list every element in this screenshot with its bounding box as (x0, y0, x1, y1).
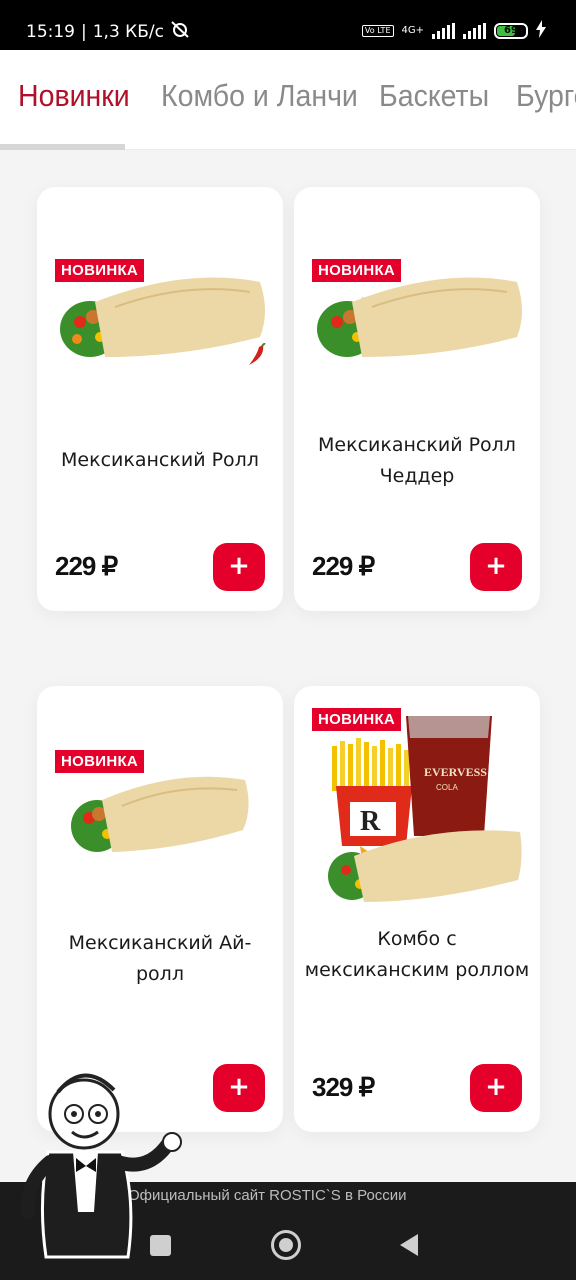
product-card[interactable]: НОВИНКА R EVERVESS COLA Комбо с мексикан… (294, 686, 540, 1132)
roll-image (317, 277, 522, 357)
status-bar: 15:19 | 1,3 КБ/с Vo LTE 4G+ 69 (0, 0, 576, 50)
add-to-cart-button[interactable]: + (213, 543, 265, 591)
product-title: Комбо с мексиканским роллом (304, 928, 530, 981)
tab-burgers[interactable]: Бурге (516, 78, 576, 114)
battery-icon: 69 (494, 22, 528, 39)
tab-scroll-indicator (0, 144, 125, 150)
charging-icon (536, 20, 546, 41)
add-to-cart-button[interactable]: + (470, 543, 522, 591)
category-tabs: Новинки Комбо и Ланчи Баскеты Бурге (0, 50, 576, 150)
status-time: 15:19 (26, 21, 75, 42)
combo-image: R EVERVESS COLA (328, 716, 522, 902)
network-label: 4G+ (401, 25, 425, 36)
mascot-chef-icon (20, 1073, 182, 1259)
tab-novinki[interactable]: Новинки (18, 78, 130, 114)
alarm-off-icon (170, 20, 190, 43)
signal-icon-2 (463, 22, 486, 39)
back-button[interactable] (400, 1234, 418, 1256)
add-to-cart-button[interactable]: + (213, 1064, 265, 1112)
product-title: Мексиканский Ролл (61, 449, 259, 471)
drink-icon: EVERVESS COLA (406, 716, 492, 836)
status-separator: | (81, 21, 87, 42)
volte-icon: Vo LTE (361, 24, 394, 37)
tab-combo-lunch[interactable]: Комбо и Ланчи (161, 78, 358, 114)
product-card[interactable]: НОВИНКА Мексиканский Ролл Чеддер 229 ₽ + (294, 187, 540, 611)
product-price: 329 ₽ (312, 1072, 375, 1102)
status-left: 15:19 | 1,3 КБ/с (26, 20, 190, 43)
signal-icon (432, 22, 455, 39)
product-price: 229 ₽ (55, 551, 118, 581)
home-button[interactable] (271, 1230, 301, 1260)
product-title: Мексиканский Ролл Чеддер (318, 434, 516, 487)
svg-text:COLA: COLA (436, 783, 458, 792)
product-title: Мексиканский Ай-ролл (68, 932, 252, 985)
status-speed: 1,3 КБ/с (92, 21, 164, 42)
svg-text:EVERVESS: EVERVESS (424, 765, 487, 779)
product-card[interactable]: НОВИНКА Мексиканский Ролл 229 ₽ + (37, 187, 283, 611)
roll-image (60, 277, 265, 357)
status-right: Vo LTE 4G+ 69 (361, 20, 546, 41)
tab-baskets[interactable]: Баскеты (379, 78, 489, 114)
svg-text:R: R (360, 806, 381, 837)
roll-image (71, 776, 249, 852)
battery-level: 69 (504, 24, 518, 36)
chili-icon (249, 343, 266, 365)
product-price: 229 ₽ (312, 551, 375, 581)
add-to-cart-button[interactable]: + (470, 1064, 522, 1112)
fries-icon: R (332, 738, 412, 846)
